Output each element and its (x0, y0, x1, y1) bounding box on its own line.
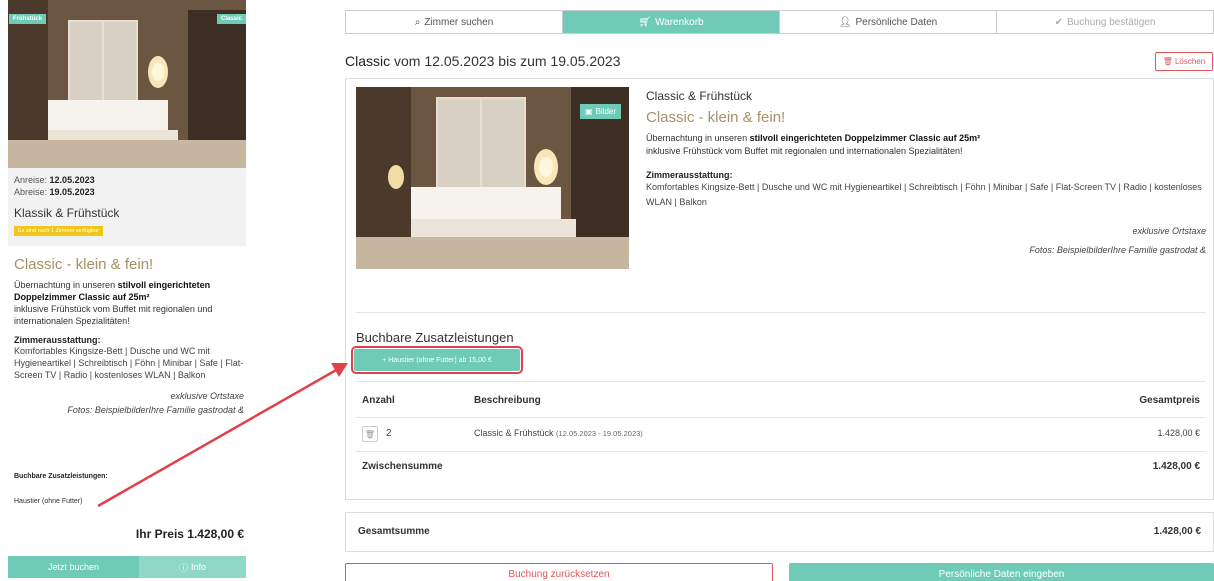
left-room-text: Übernachtung in unseren stilvoll eingeri… (14, 279, 246, 327)
left-equipment-heading: Zimmerausstattung: (14, 335, 101, 345)
enter-personal-data-button[interactable]: Persönliche Daten eingeben (789, 563, 1214, 581)
left-price: Ihr Preis 1.428,00 € (135, 527, 244, 541)
left-text-pre: Übernachtung in unseren (14, 280, 118, 290)
info-icon: ⓘ (178, 562, 188, 573)
title-room: Classic (345, 53, 391, 69)
book-now-button[interactable]: Jetzt buchen (8, 556, 139, 578)
step-label: Buchung bestätigen (1066, 16, 1156, 28)
trash-icon: 🗑︎ (364, 429, 376, 439)
row-total: 1.428,00 € (1157, 428, 1200, 438)
pictures-button[interactable]: ▣ Bilder (580, 104, 622, 119)
left-extras-item: Haustier (ohne Futter) (14, 498, 83, 505)
left-text-post: inklusive Frühstück vom Buffet mit regio… (14, 304, 213, 326)
step-label: Warenkorb (655, 16, 704, 28)
left-tax-text: exklusive Ortstaxe (170, 391, 244, 401)
grand-total-label: Gesamtsumme (358, 526, 430, 537)
step-cart[interactable]: 🛒︎ Warenkorb (563, 11, 780, 33)
remove-item-button[interactable]: 🗑︎ (362, 426, 378, 442)
departure-date: 19.05.2023 (49, 187, 95, 197)
arrival-date: 12.05.2023 (49, 175, 95, 185)
main-room-name: Classic & Frühstück (646, 89, 753, 103)
divider (356, 451, 1206, 452)
info-button[interactable]: ⓘ Info (139, 556, 246, 578)
grand-total-box: Gesamtsumme 1.428,00 € (345, 512, 1214, 552)
main-room-photo[interactable]: ▣ Bilder (356, 87, 629, 269)
subtotal-value: 1.428,00 € (1152, 461, 1200, 472)
main-equipment-heading: Zimmerausstattung: (646, 170, 733, 180)
main-tagline: Classic - klein & fein! (646, 109, 786, 126)
title-dates: vom 12.05.2023 bis zum 19.05.2023 (390, 53, 621, 69)
room-summary-panel: Frühstück Classic Anreise: 12.05.2023 Ab… (8, 0, 246, 581)
cart-icon: 🛒︎ (638, 16, 652, 28)
main-tax-note: exklusive Ortstaxe Fotos: Beispielbilder… (646, 222, 1206, 260)
image-icon: ▣ (585, 107, 593, 116)
badge-breakfast: Frühstück (9, 14, 47, 24)
delete-button[interactable]: 🗑︎ Löschen (1155, 52, 1213, 71)
room-illustration (8, 0, 246, 168)
main-text-post: inklusive Frühstück vom Buffet mit regio… (646, 146, 963, 156)
availability-badge: Es sind noch 1 Zimmer verfügbar (14, 226, 104, 236)
divider (356, 381, 1206, 382)
left-tagline: Classic - klein & fein! (14, 256, 154, 273)
delete-label: Löschen (1174, 57, 1206, 66)
table-row: 🗑︎ 2 Classic & Frühstück (12.05.2023 - 1… (356, 426, 1206, 444)
booking-info-box: Anreise: 12.05.2023 Abreise: 19.05.2023 … (8, 168, 246, 246)
row-desc-dates: (12.05.2023 - 19.05.2023) (556, 429, 643, 438)
col-total-price: Gesamtpreis (1139, 395, 1200, 406)
reset-booking-button[interactable]: Buchung zurücksetzen (345, 563, 773, 581)
room-photo[interactable]: Frühstück Classic (8, 0, 246, 168)
row-quantity: 2 (386, 428, 392, 439)
departure-label: Abreise: (14, 187, 48, 197)
booking-steps: ⌕ Zimmer suchen 🛒︎ Warenkorb 👤︎ Persönli… (345, 10, 1214, 34)
search-icon: ⌕ (414, 16, 421, 28)
badge-classic: Classic (216, 14, 246, 24)
check-icon: ✔ (1054, 16, 1063, 28)
table-header: Anzahl Beschreibung Gesamtpreis (356, 395, 1206, 411)
left-extras-heading: Buchbare Zusatzleistungen: (14, 473, 108, 480)
left-action-buttons: Jetzt buchen ⓘ Info (8, 556, 246, 578)
info-button-label: Info (191, 562, 207, 572)
user-icon: 👤︎ (838, 16, 852, 28)
left-photo-credit: Fotos: BeispielbilderIhre Familie gastro… (67, 405, 244, 415)
col-quantity: Anzahl (362, 395, 395, 406)
arrival-label: Anreise: (14, 175, 48, 185)
divider (356, 312, 1206, 313)
departure-line: Abreise: 19.05.2023 (14, 186, 240, 198)
main-photo-credit: Fotos: BeispielbilderIhre Familie gastro… (1029, 245, 1206, 255)
arrival-line: Anreise: 12.05.2023 (14, 174, 240, 186)
main-room-description: Classic & Frühstück Classic - klein & fe… (646, 89, 1206, 260)
main-room-text: Übernachtung in unseren stilvoll eingeri… (646, 132, 1206, 158)
row-description: Classic & Frühstück (12.05.2023 - 19.05.… (474, 428, 643, 438)
step-search-rooms[interactable]: ⌕ Zimmer suchen (346, 11, 563, 33)
trash-icon: 🗑︎ (1162, 57, 1173, 66)
step-personal-data[interactable]: 👤︎ Persönliche Daten (780, 11, 997, 33)
main-tax-text: exklusive Ortstaxe (1132, 226, 1206, 236)
left-room-description: Classic - klein & fein! Übernachtung in … (14, 256, 246, 417)
step-confirm-booking[interactable]: ✔ Buchung bestätigen (997, 11, 1213, 33)
pictures-label: Bilder (595, 107, 617, 116)
main-equipment-list: Komfortables Kingsize-Bett | Dusche und … (646, 182, 1202, 207)
row-desc-text: Classic & Frühstück (474, 428, 554, 438)
extras-heading: Buchbare Zusatzleistungen (356, 330, 514, 345)
left-tax-note: exklusive Ortstaxe Fotos: Beispielbilder… (14, 389, 246, 417)
step-label: Persönliche Daten (855, 16, 938, 28)
divider (356, 417, 1206, 418)
cart-item-title: Classic vom 12.05.2023 bis zum 19.05.202… (345, 53, 621, 69)
step-label: Zimmer suchen (424, 16, 494, 28)
add-pet-button[interactable]: + Haustier (ohne Futter) ab 15,00 € (351, 346, 523, 374)
main-text-pre: Übernachtung in unseren (646, 133, 750, 143)
col-description: Beschreibung (474, 395, 541, 406)
left-equipment-list: Komfortables Kingsize-Bett | Dusche und … (14, 346, 244, 380)
main-text-bold: stilvoll eingerichteten Doppelzimmer Cla… (749, 133, 981, 143)
cart-item-card: ▣ Bilder Classic & Frühstück Classic - k… (345, 78, 1214, 500)
left-room-name: Klassik & Frühstück (14, 206, 120, 220)
grand-total-value: 1.428,00 € (1153, 526, 1201, 537)
subtotal-label: Zwischensumme (362, 461, 443, 472)
